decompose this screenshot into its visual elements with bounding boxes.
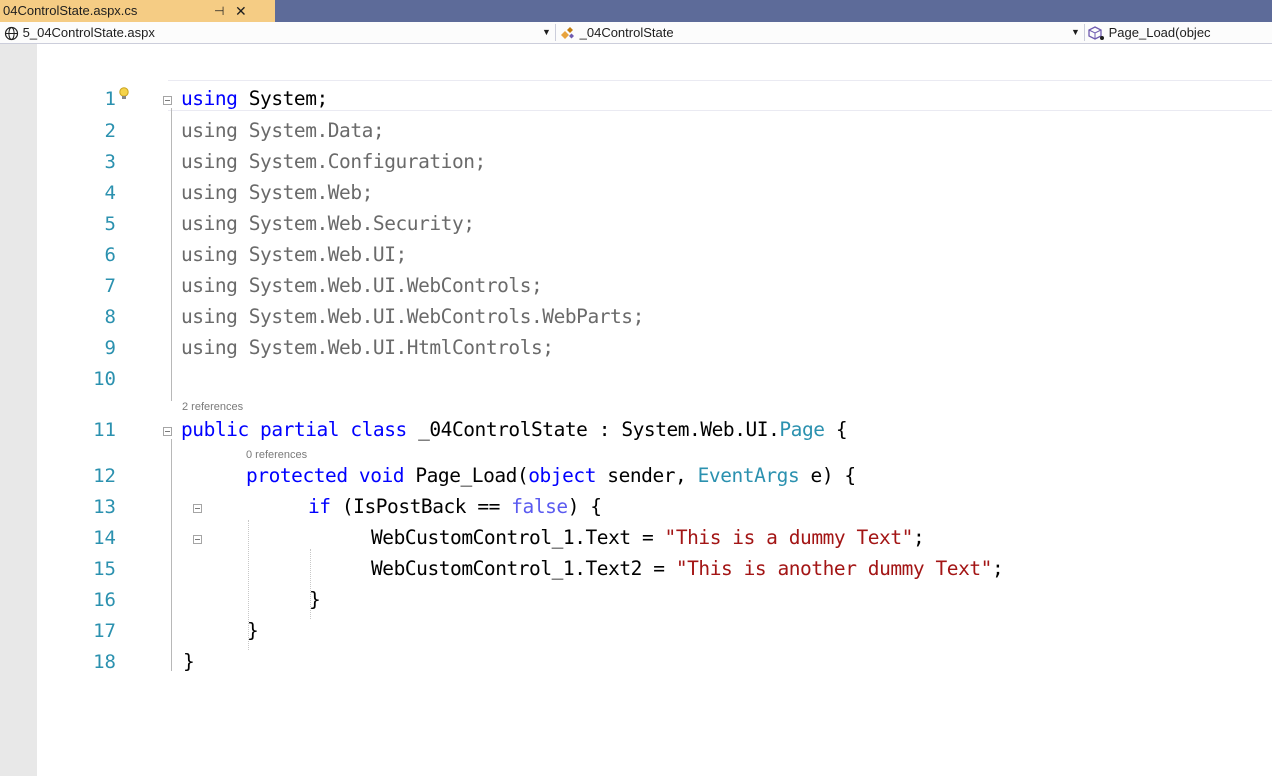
type-dropdown-label: _04ControlState — [579, 25, 674, 40]
project-dropdown-label: 5_04ControlState.aspx — [22, 25, 155, 40]
line-number: 15 — [93, 558, 116, 580]
code-line: using System.Web.UI; — [181, 243, 407, 266]
code-line: using System.Web; — [181, 181, 373, 204]
code-line: using System.Web.UI.WebControls.WebParts… — [181, 305, 644, 328]
line-number: 9 — [104, 337, 116, 359]
code-text: { — [824, 418, 848, 441]
string-literal: "This is a dummy Text" — [664, 526, 914, 549]
code-editor[interactable]: 1 2 3 4 5 6 7 8 9 10 11 12 13 14 15 16 1… — [0, 44, 1272, 776]
code-line: } — [183, 650, 195, 673]
line-number: 2 — [104, 120, 116, 142]
code-line: } — [247, 619, 259, 642]
document-tab-title: 04ControlState.aspx.cs — [3, 3, 138, 18]
line-number: 16 — [93, 589, 116, 611]
member-dropdown-label: Page_Load(objec — [1108, 25, 1211, 40]
code-line: using System.Web.UI.HtmlControls; — [181, 336, 554, 359]
code-text: ; — [912, 526, 925, 549]
collapse-toggle[interactable] — [163, 427, 172, 436]
method-icon — [1088, 26, 1104, 41]
code-text: WebCustomControl_1.Text2 = — [371, 557, 676, 580]
line-number: 4 — [104, 182, 116, 204]
code-line: WebCustomControl_1.Text2 = "This is anot… — [371, 557, 1004, 580]
document-tab[interactable]: 04ControlState.aspx.cs ⊣ ✕ — [0, 0, 275, 22]
code-line: using System.Web.UI.WebControls; — [181, 274, 543, 297]
code-text: ) { — [567, 495, 602, 518]
code-text: Page_Load( — [404, 464, 529, 487]
keyword: public partial class — [181, 418, 407, 441]
document-tab-strip: 04ControlState.aspx.cs ⊣ ✕ — [0, 0, 1272, 22]
indicator-margin — [0, 44, 37, 776]
code-text: sender, — [596, 464, 698, 487]
collapse-toggle[interactable] — [193, 504, 202, 513]
code-line: using System.Configuration; — [181, 150, 486, 173]
line-number: 18 — [93, 651, 116, 673]
code-line: public partial class _04ControlState : S… — [181, 418, 848, 441]
code-text: (IsPostBack == — [330, 495, 512, 518]
line-number: 11 — [93, 419, 116, 441]
string-literal: "This is another dummy Text" — [675, 557, 993, 580]
project-dropdown[interactable]: 5_04ControlState.aspx ▼ — [4, 22, 552, 43]
line-number: 8 — [104, 306, 116, 328]
close-icon[interactable]: ✕ — [235, 0, 247, 22]
line-number: 17 — [93, 620, 116, 642]
type-dropdown[interactable]: _04ControlState ▼ — [559, 22, 1084, 43]
outline-line — [171, 439, 172, 671]
line-number: 5 — [104, 213, 116, 235]
code-line: WebCustomControl_1.Text = "This is a dum… — [371, 526, 925, 549]
type-name: EventArgs — [697, 464, 800, 487]
code-text: e) { — [799, 464, 857, 487]
line-number: 12 — [93, 465, 116, 487]
code-text: System; — [237, 87, 328, 110]
code-text: _04ControlState : System.Web.UI. — [406, 418, 780, 441]
keyword: protected void — [246, 464, 405, 487]
code-text: ; — [991, 557, 1004, 580]
type-name: Page — [779, 418, 825, 441]
class-icon — [561, 27, 574, 40]
code-line: using System.Data; — [181, 119, 385, 142]
chevron-down-icon: ▼ — [542, 27, 551, 37]
keyword: using — [181, 87, 238, 110]
line-number: 1 — [104, 88, 116, 110]
keyword: object — [528, 464, 597, 487]
line-number: 10 — [93, 368, 116, 390]
divider — [1084, 24, 1085, 41]
line-number: 3 — [104, 151, 116, 173]
code-line: if (IsPostBack == false) { — [308, 495, 602, 518]
lightbulb-icon[interactable] — [118, 86, 130, 102]
line-number: 14 — [93, 527, 116, 549]
member-dropdown[interactable]: Page_Load(objec — [1088, 22, 1272, 43]
globe-icon — [4, 26, 19, 41]
line-number: 13 — [93, 496, 116, 518]
keyword: false — [511, 495, 568, 518]
chevron-down-icon: ▼ — [1071, 27, 1080, 37]
line-number: 7 — [104, 275, 116, 297]
line-number: 6 — [104, 244, 116, 266]
code-text: WebCustomControl_1.Text = — [371, 526, 665, 549]
code-line: } — [309, 588, 321, 611]
pin-icon[interactable]: ⊣ — [214, 0, 224, 22]
code-line: using System; — [181, 87, 328, 110]
code-line: using System.Web.Security; — [181, 212, 475, 235]
codelens-references[interactable]: 0 references — [246, 449, 307, 461]
keyword: if — [308, 495, 331, 518]
navigation-bar: 5_04ControlState.aspx ▼ _04ControlState … — [0, 22, 1272, 44]
codelens-references[interactable]: 2 references — [182, 401, 243, 413]
outline-line — [171, 108, 172, 401]
divider — [555, 24, 556, 41]
collapse-toggle[interactable] — [163, 96, 172, 105]
code-line: protected void Page_Load(object sender, … — [246, 464, 856, 487]
current-line-highlight — [168, 80, 1272, 111]
collapse-toggle[interactable] — [193, 535, 202, 544]
